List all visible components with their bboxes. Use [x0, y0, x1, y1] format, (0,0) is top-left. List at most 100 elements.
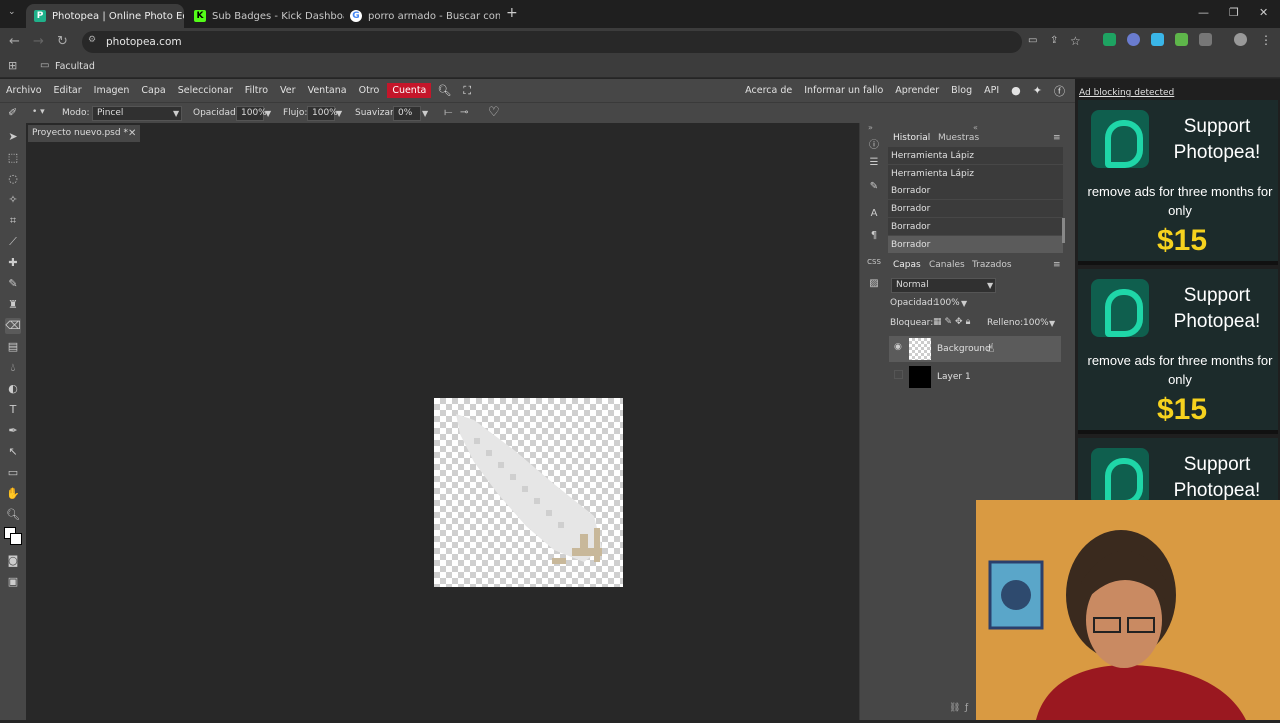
history-scrollbar[interactable] [1062, 218, 1065, 243]
history-item[interactable]: Herramienta Lápiz [888, 165, 1063, 183]
character-icon[interactable]: A [867, 208, 881, 222]
tab-historial[interactable]: Historial [893, 133, 930, 143]
layer-row-background[interactable]: ◉ Background ☝ [889, 336, 1061, 362]
reddit-icon[interactable]: ● [1005, 84, 1027, 97]
magic-wand-tool-icon[interactable]: ✧ [5, 192, 21, 208]
image-icon[interactable]: ▨ [867, 278, 881, 292]
blur-tool-icon[interactable]: 💧︎ [5, 360, 21, 376]
ad-banner[interactable]: Support Photopea! remove ads for three m… [1078, 100, 1278, 265]
ad-banner[interactable]: Support Photopea! remove ads for three m… [1078, 269, 1278, 434]
menu-editar[interactable]: Editar [48, 85, 88, 96]
path-select-tool-icon[interactable]: ↖ [5, 444, 21, 460]
history-item[interactable]: Herramienta Lápiz [888, 147, 1063, 165]
eraser-preset-icon[interactable]: ✐ [8, 106, 17, 119]
menu-ver[interactable]: Ver [274, 85, 302, 96]
marquee-tool-icon[interactable]: ⬚ [5, 150, 21, 166]
link-api[interactable]: API [978, 85, 1005, 96]
chevron-down-icon[interactable]: ▼ [422, 109, 428, 118]
adjustments-icon[interactable]: ☰ [867, 157, 881, 171]
tab-google[interactable]: G porro armado - Buscar con Go ✕ [342, 4, 500, 28]
info-icon[interactable]: ⓘ [867, 136, 881, 151]
type-tool-icon[interactable]: T [5, 402, 21, 418]
history-item[interactable]: Borrador [888, 200, 1063, 218]
tab-search-icon[interactable]: ⌄ [8, 7, 16, 17]
background-color-swatch[interactable] [10, 533, 22, 545]
hand-tool-icon[interactable]: ✋ [5, 486, 21, 502]
visibility-toggle[interactable] [894, 370, 903, 379]
effects-icon[interactable]: ƒ [965, 703, 968, 713]
tab-capas[interactable]: Capas [893, 260, 921, 270]
layer-row-layer-1[interactable]: Layer 1 [889, 364, 1061, 390]
link-blog[interactable]: Blog [945, 85, 978, 96]
layer-opacity-value[interactable]: 100% [934, 298, 960, 308]
site-info-icon[interactable]: ⚙ [88, 35, 96, 45]
menu-ventana[interactable]: Ventana [302, 85, 353, 96]
shape-tool-icon[interactable]: ▭ [5, 465, 21, 481]
stamp-tool-icon[interactable]: ♜ [5, 297, 21, 313]
brush-tool-icon[interactable]: ✎ [5, 276, 21, 292]
profile-avatar[interactable] [1234, 33, 1247, 46]
fullscreen-icon[interactable]: ⛶ [457, 84, 477, 98]
visibility-eye-icon[interactable]: ◉ [894, 342, 902, 352]
back-icon[interactable]: ← [9, 34, 20, 49]
url-field[interactable]: ⚙ photopea.com ▭ ⇪ ☆ [82, 31, 1081, 53]
blend-mode-select[interactable]: Normal [891, 278, 996, 293]
ad-blocking-notice[interactable]: Ad blocking detected [1079, 88, 1174, 98]
chevron-down-icon[interactable]: ▼ [265, 109, 271, 118]
brush-preset-icon[interactable]: • ▾ [32, 107, 45, 117]
tab-muestras[interactable]: Muestras [938, 133, 979, 143]
zoom-tool-icon[interactable]: 🔍︎ [5, 507, 21, 523]
minimize-icon[interactable]: — [1198, 6, 1209, 19]
tab-canales[interactable]: Canales [929, 260, 965, 270]
chevron-down-icon[interactable]: ▼ [336, 109, 342, 118]
reload-icon[interactable]: ↻ [57, 34, 68, 49]
history-item[interactable]: Borrador [888, 182, 1063, 200]
link-about[interactable]: Acerca de [739, 85, 798, 96]
lasso-tool-icon[interactable]: ◌ [5, 171, 21, 187]
bookmark-folder-facultad[interactable]: Facultad [55, 61, 95, 72]
twitter-icon[interactable]: ✦ [1027, 84, 1048, 97]
pen-tool-icon[interactable]: ✒ [5, 423, 21, 439]
lock-icons[interactable]: ▦✎✥🔒︎ [933, 317, 973, 327]
close-window-icon[interactable]: ✕ [1259, 6, 1268, 19]
chevron-down-icon[interactable]: ▼ [1049, 319, 1055, 328]
share-icon[interactable]: ⇪ [1050, 35, 1058, 46]
eraser-tool-icon[interactable]: ⌫ [5, 318, 21, 334]
link-layers-icon[interactable]: ⛓ [949, 703, 960, 713]
panel-menu-icon[interactable]: ≡ [1053, 260, 1061, 270]
document-tab[interactable]: Proyecto nuevo.psd * ✕ [28, 125, 140, 142]
gradient-tool-icon[interactable]: ▤ [5, 339, 21, 355]
menu-otro[interactable]: Otro [353, 85, 386, 96]
forward-icon[interactable]: → [33, 34, 44, 49]
apps-grid-icon[interactable]: ⊞ [8, 59, 17, 72]
maximize-icon[interactable]: ❐ [1229, 6, 1239, 19]
menu-capa[interactable]: Capa [135, 85, 171, 96]
tab-photopea[interactable]: P Photopea | Online Photo Editor ✕ [26, 4, 184, 28]
extensions-icon[interactable] [1199, 33, 1212, 46]
menu-imagen[interactable]: Imagen [88, 85, 136, 96]
history-item[interactable]: Borrador [888, 218, 1063, 236]
flow-input[interactable]: 100% [307, 106, 338, 121]
brush-settings-icon[interactable]: ✎ [867, 181, 881, 195]
extension-puzzle-blue-icon[interactable] [1151, 33, 1164, 46]
document-canvas[interactable] [434, 398, 623, 587]
browser-menu-icon[interactable]: ⋮ [1260, 33, 1272, 47]
collapse-icon[interactable]: » [868, 123, 873, 132]
new-tab-icon[interactable]: + [506, 5, 518, 21]
close-document-icon[interactable]: ✕ [128, 125, 136, 142]
smooth-input[interactable]: 0% [393, 106, 421, 121]
airbrush-icon[interactable]: ⟝ [444, 107, 452, 118]
link-learn[interactable]: Aprender [889, 85, 945, 96]
move-tool-icon[interactable]: ➤ [5, 129, 21, 145]
link-report-bug[interactable]: Informar un fallo [798, 85, 889, 96]
pressure-icon[interactable]: ⊸ [460, 107, 468, 118]
extension-circle-icon[interactable] [1127, 33, 1140, 46]
paragraph-icon[interactable]: ¶ [867, 230, 881, 244]
history-item[interactable]: Borrador [888, 236, 1063, 254]
panel-menu-icon[interactable]: ≡ [1053, 133, 1061, 143]
heart-icon[interactable]: ♡ [488, 105, 500, 120]
dodge-tool-icon[interactable]: ◐ [5, 381, 21, 397]
tab-kick[interactable]: K Sub Badges - Kick Dashboard ✕ [186, 4, 344, 28]
tab-trazados[interactable]: Trazados [972, 260, 1012, 270]
fill-value[interactable]: 100% [1023, 318, 1049, 328]
